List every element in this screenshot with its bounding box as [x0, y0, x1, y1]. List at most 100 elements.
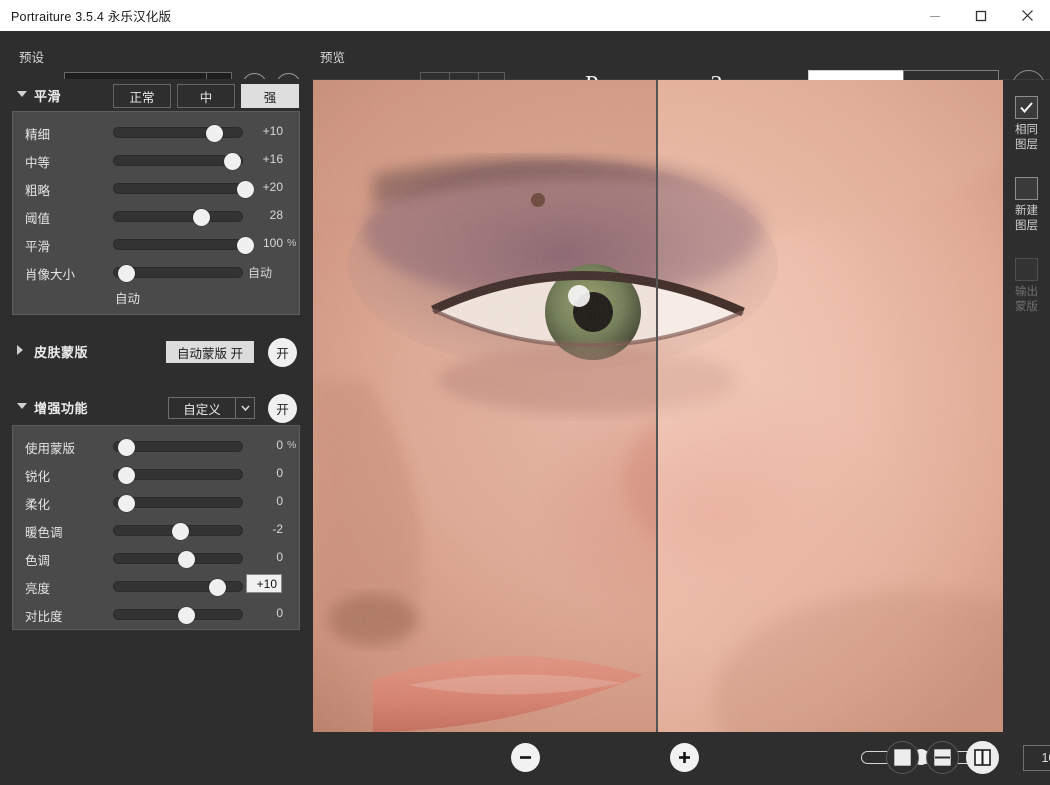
slider-label: 精细 [25, 128, 51, 142]
slider-knob[interactable] [117, 467, 135, 484]
slider-knob[interactable] [224, 153, 242, 170]
top-toolbar: 预设 平滑: 强 预览 [0, 31, 1050, 103]
smoothing-mode-strong[interactable]: 强 [241, 84, 299, 108]
slider-track[interactable] [113, 523, 243, 540]
slider-track[interactable] [113, 265, 243, 282]
output-mask-checkbox[interactable] [1015, 258, 1038, 281]
slider-track[interactable] [113, 209, 243, 226]
slider-knob[interactable] [178, 551, 195, 568]
slider-label: 粗略 [25, 184, 51, 198]
slider-knob[interactable] [117, 265, 135, 282]
slider-value: 0 [276, 494, 283, 508]
image-preview-area[interactable] [313, 80, 1003, 732]
bottom-toolbar: 100% [313, 732, 1050, 785]
skin-mask-section-header[interactable]: 皮肤蒙版 自动蒙版 开 开 [0, 329, 312, 369]
enhancements-mode-button[interactable]: 自定义 [168, 397, 236, 419]
minimize-button[interactable] [912, 0, 958, 31]
close-button[interactable] [1004, 0, 1050, 31]
chevron-down-icon [240, 405, 250, 411]
after-portrait-image [658, 80, 1003, 732]
slider-track[interactable] [113, 181, 254, 198]
smoothing-sliders: 精细 +10 中等 +16 粗略 +20 阈值 28 平滑 100 % 肖像大小… [12, 111, 300, 315]
slider-label: 暖色调 [25, 526, 63, 540]
slider-value: +10 [262, 124, 283, 138]
slider-knob[interactable] [178, 607, 195, 624]
smoothing-mode-medium[interactable]: 中 [177, 84, 235, 108]
slider-track[interactable] [113, 439, 243, 456]
checkmark-icon [1020, 102, 1033, 113]
slider-row-sharpen: 锐化 0 [13, 460, 299, 488]
skin-mask-mode-button[interactable]: 自动蒙版 开 [166, 341, 254, 363]
slider-track[interactable] [113, 125, 243, 142]
preset-label: 预设 [19, 51, 45, 65]
slider-knob[interactable] [193, 209, 211, 226]
triangle-down-icon [17, 91, 27, 97]
close-icon [1021, 10, 1033, 21]
smoothing-section-header[interactable]: 平滑 正常 中 强 [0, 79, 312, 111]
zoom-out-button[interactable] [511, 743, 540, 772]
enhancements-toggle[interactable]: 开 [268, 394, 297, 423]
slider-label: 对比度 [25, 610, 63, 624]
sidebar-item-same-layer[interactable]: 相同 图层 [1003, 80, 1050, 153]
skin-mask-title: 皮肤蒙版 [34, 345, 89, 360]
portrait-size-note: 自动 [115, 292, 141, 306]
slider-row-use-mask: 使用蒙版 0 % [13, 432, 299, 460]
zoom-level-input[interactable]: 100% [1023, 745, 1050, 771]
slider-label: 肖像大小 [25, 268, 76, 282]
label-line-1: 输出 [1015, 286, 1038, 298]
same-layer-checkbox[interactable] [1015, 96, 1038, 119]
label-line-1: 相同 [1015, 124, 1038, 136]
new-layer-checkbox[interactable] [1015, 177, 1038, 200]
zoom-slider-track[interactable] [861, 749, 979, 765]
enhancement-sliders: 使用蒙版 0 % 锐化 0 柔化 0 暖色调 -2 色调 0 亮度 +10 对比… [12, 425, 300, 630]
window-title: Portraiture 3.5.4 永乐汉化版 [11, 10, 172, 24]
slider-track[interactable] [113, 153, 243, 170]
slider-track[interactable] [113, 607, 243, 624]
slider-value-input[interactable]: +10 [246, 574, 282, 593]
sidebar-item-output-mask[interactable]: 输出 蒙版 [1003, 234, 1050, 315]
slider-unit: % [287, 439, 297, 451]
skin-mask-toggle[interactable]: 开 [268, 338, 297, 367]
slider-label: 阈值 [25, 212, 51, 226]
slider-row-fine: 精细 +10 [13, 118, 299, 146]
view-mode-vertical-split-button[interactable] [966, 741, 999, 774]
slider-track[interactable] [113, 237, 254, 254]
slider-track[interactable] [113, 467, 243, 484]
before-portrait-image [313, 80, 656, 732]
horizontal-split-icon [934, 749, 951, 766]
slider-value: +20 [262, 180, 283, 194]
slider-knob[interactable] [117, 439, 135, 456]
window-controls [912, 0, 1050, 31]
slider-row-threshold: 阈值 28 [13, 202, 299, 230]
slider-track[interactable] [113, 495, 243, 512]
slider-knob[interactable] [208, 579, 226, 596]
view-mode-horizontal-split-button[interactable] [926, 741, 959, 774]
portraiture-window: Portraiture 3.5.4 永乐汉化版 预设 平滑: 强 [0, 0, 1050, 785]
zoom-in-button[interactable] [670, 743, 699, 772]
enhancements-section-header[interactable]: 增强功能 自定义 开 [0, 385, 312, 425]
slider-label: 色调 [25, 554, 51, 568]
slider-value: 0 [276, 466, 283, 480]
slider-label: 平滑 [25, 240, 51, 254]
vertical-split-icon [974, 749, 991, 766]
view-mode-single-button[interactable] [886, 741, 919, 774]
preview-before-pane[interactable] [313, 80, 656, 732]
slider-knob[interactable] [206, 125, 224, 142]
enhancements-mode-dropdown[interactable] [236, 397, 255, 419]
slider-row-smoothing: 平滑 100 % [13, 230, 299, 258]
new-layer-label: 新建 图层 [1003, 204, 1050, 234]
slider-knob[interactable] [117, 495, 135, 512]
slider-knob[interactable] [171, 523, 189, 540]
slider-value: 0 [276, 550, 283, 564]
slider-value: 自动 [247, 266, 272, 280]
label-line-2: 蒙版 [1015, 301, 1038, 313]
sidebar-item-new-layer[interactable]: 新建 图层 [1003, 153, 1050, 234]
preview-after-pane[interactable] [658, 80, 1003, 732]
smoothing-mode-normal[interactable]: 正常 [113, 84, 171, 108]
minus-circle-icon [520, 756, 531, 759]
slider-track[interactable] [113, 579, 243, 596]
slider-label: 中等 [25, 156, 51, 170]
smoothing-title: 平滑 [34, 89, 62, 104]
maximize-button[interactable] [958, 0, 1004, 31]
slider-track[interactable] [113, 551, 243, 568]
